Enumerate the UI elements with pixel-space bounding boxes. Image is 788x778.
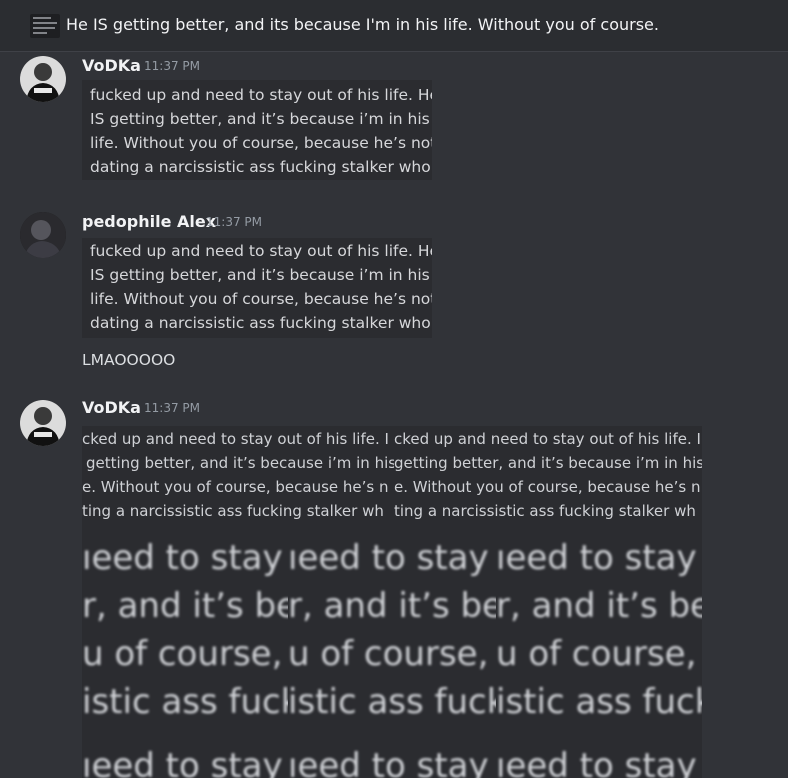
attachment-text-line: IS getting better, and it’s because i’m … [90, 110, 430, 128]
attachment-text-line: getting better, and it’s because i’m in … [394, 454, 702, 472]
attachment-text-line: u of course, b [82, 634, 288, 674]
attachment-text-line: u of course, b [288, 634, 496, 674]
attachment-text-line: ting a narcissistic ass fucking stalker … [82, 502, 384, 520]
replied-message-text: He IS getting better, and its because I'… [66, 15, 659, 34]
attachment-text-line: life. Without you of course, because he’… [90, 134, 432, 152]
attachment-text-line: r, and it’s bec [496, 586, 702, 626]
attachment-text-line: life. Without you of course, because he’… [90, 290, 432, 308]
message-text: LMAOOOOO [82, 351, 176, 369]
attachment-text-line: istic ass fuck [82, 682, 288, 722]
message-timestamp: 11:37 PM [144, 401, 200, 415]
image-attachment[interactable]: ıeed to stay o r, and it’s bec u of cour… [82, 520, 702, 778]
image-attachment[interactable]: fucked up and need to stay out of his li… [82, 238, 432, 338]
attachment-text-line: fucked up and need to stay out of his li… [90, 242, 432, 260]
attachment-text-line: ıeed to stay o [496, 746, 702, 778]
message-author[interactable]: VoDKa [82, 56, 141, 75]
attachment-text-line: r, and it’s bec [288, 586, 496, 626]
attachment-text-line: cked up and need to stay out of his life… [82, 430, 389, 448]
avatar[interactable] [20, 400, 66, 446]
user-avatar-icon [20, 56, 66, 102]
attachment-text-line: e. Without you of course, because he’s n [394, 478, 701, 496]
reply-image-thumbnail[interactable] [30, 14, 60, 38]
attachment-text-line: r, and it’s bec [82, 586, 288, 626]
attachment-text-line: ıeed to stay o [288, 746, 496, 778]
attachment-text-line: u of course, b [496, 634, 702, 674]
attachment-text-line: dating a narcissistic ass fucking stalke… [90, 158, 431, 176]
user-avatar-icon [20, 400, 66, 446]
replied-message-bar[interactable]: He IS getting better, and its because I'… [0, 0, 788, 52]
message-timestamp: 11:37 PM [206, 215, 262, 229]
image-attachment[interactable]: fucked up and need to stay out of his li… [82, 80, 432, 180]
attachment-text-line: dating a narcissistic ass fucking stalke… [90, 314, 431, 332]
avatar[interactable] [20, 56, 66, 102]
image-tile: ıeed to stay o r, and it’s bec u of cour… [82, 520, 288, 778]
image-tile: ıeed to stay o r, and it’s bec u of cour… [288, 520, 496, 778]
attachment-text-line: istic ass fuck [496, 682, 702, 722]
attachment-text-line: ıeed to stay o [82, 538, 288, 578]
attachment-text-line: fucked up and need to stay out of his li… [90, 86, 432, 104]
image-tile: ıeed to stay o r, and it’s bec u of cour… [496, 520, 702, 778]
attachment-text-line: IS getting better, and it’s because i’m … [90, 266, 430, 284]
attachment-text-line: e. Without you of course, because he’s n [82, 478, 389, 496]
avatar[interactable] [20, 212, 66, 258]
attachment-text-line: ting a narcissistic ass fucking stalker … [394, 502, 696, 520]
message-author[interactable]: VoDKa [82, 398, 141, 417]
attachment-text-line: getting better, and it’s because i’m in … [86, 454, 394, 472]
user-avatar-icon [20, 212, 66, 258]
message-author[interactable]: pedophile Alex [82, 212, 216, 231]
attachment-text-line: ıeed to stay o [288, 538, 496, 578]
image-attachment[interactable]: cked up and need to stay out of his life… [82, 426, 702, 522]
attachment-text-line: ıeed to stay o [82, 746, 288, 778]
attachment-text-line: istic ass fuck [288, 682, 496, 722]
attachment-text-line: cked up and need to stay out of his life… [394, 430, 701, 448]
attachment-text-line: ıeed to stay o [496, 538, 702, 578]
message-timestamp: 11:37 PM [144, 59, 200, 73]
